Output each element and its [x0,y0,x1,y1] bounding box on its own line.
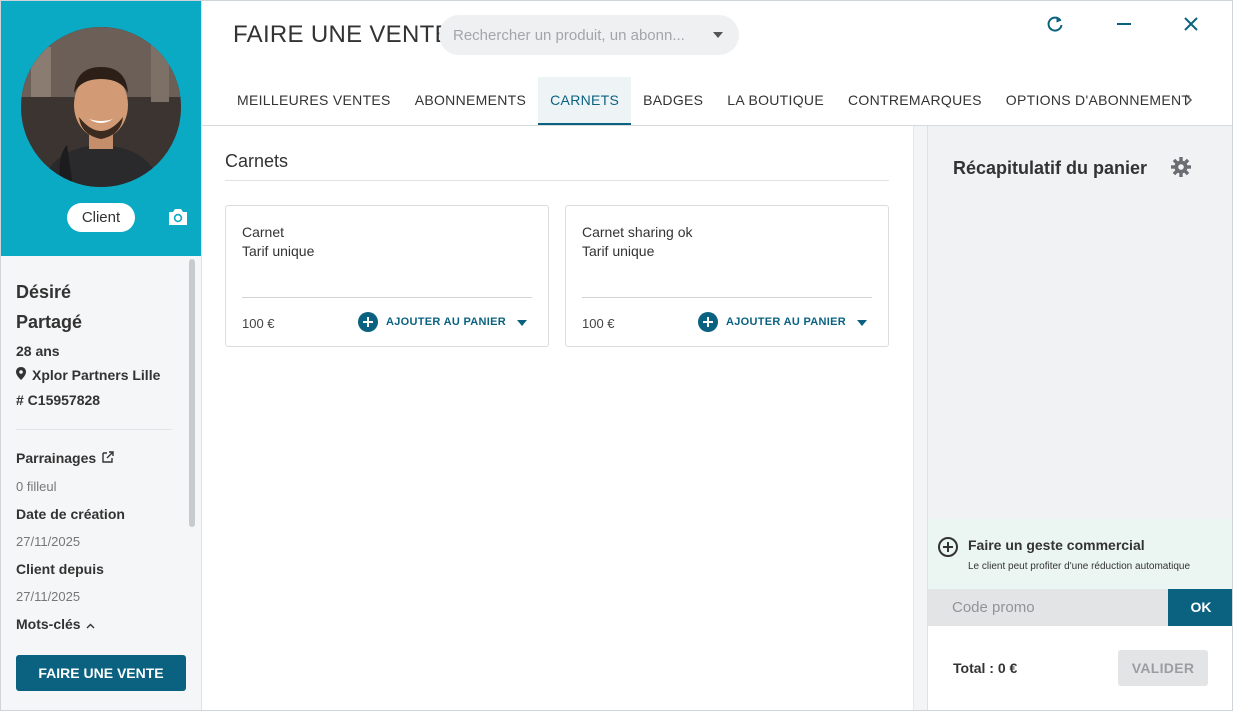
product-subtitle: Tarif unique [242,243,315,259]
client-info: Désiré Partagé 28 ans Xplor Partners Lil… [16,277,181,408]
client-since-value: 27/11/2025 [16,589,81,604]
promo-ok-button[interactable]: OK [1168,589,1232,626]
product-title: Carnet [242,224,285,240]
search-input[interactable] [453,15,693,55]
cart-footer: Total : 0 € VALIDER [928,626,1232,710]
client-sidebar: Client Désiré Partagé 28 ans Xplor Partn… [1,1,202,711]
add-to-cart-button[interactable]: AJOUTER AU PANIER [358,312,506,332]
product-price: 100 € [582,316,615,331]
client-first-name: Désiré [16,282,72,302]
plus-circle-icon [938,537,958,557]
add-to-cart-label: AJOUTER AU PANIER [726,316,846,328]
promo-code-input[interactable] [928,589,1168,626]
plus-circle-icon [698,312,718,332]
client-id: # C15957828 [16,392,101,408]
referrals-label-text: Parrainages [16,450,97,466]
client-location-text: Xplor Partners Lille [32,367,161,383]
client-last-name: Partagé [16,312,83,332]
cart-total: Total : 0 € [953,660,1018,676]
tab-badges[interactable]: BADGES [631,77,715,125]
chevron-right-icon[interactable] [1181,92,1195,108]
creation-date-label: Date de création [16,506,125,522]
product-price: 100 € [242,316,275,331]
gesture-title: Faire un geste commercial [968,537,1145,553]
camera-icon[interactable] [167,207,189,227]
tab-carnets[interactable]: CARNETS [538,77,632,125]
commercial-gesture[interactable]: Faire un geste commercial Le client peut… [928,519,1232,589]
chevron-down-icon[interactable] [713,32,723,38]
location-pin-icon [16,367,26,383]
validate-button[interactable]: VALIDER [1118,650,1208,686]
referrals-value: 0 filleul [16,479,57,494]
gesture-subtitle: Le client peut profiter d'une réduction … [968,561,1191,572]
close-icon[interactable] [1180,13,1202,35]
page-title: FAIRE UNE VENTE [233,21,451,48]
dropdown-caret-icon[interactable] [857,320,867,326]
sidebar-scrollbar[interactable] [189,259,195,527]
product-card: Carnet Tarif unique 100 € AJOUTER AU PAN… [225,205,549,347]
gear-icon[interactable] [1170,156,1192,178]
product-card: Carnet sharing ok Tarif unique 100 € AJO… [565,205,889,347]
section-title: Carnets [225,151,289,171]
tab-best-sellers[interactable]: MEILLEURES VENTES [225,77,403,125]
add-to-cart-button[interactable]: AJOUTER AU PANIER [698,312,846,332]
add-to-cart-label: AJOUTER AU PANIER [386,316,506,328]
client-location: Xplor Partners Lille [16,367,181,383]
creation-date-value: 27/11/2025 [16,534,81,549]
section-divider [225,180,889,181]
external-link-icon[interactable] [102,450,114,466]
product-search[interactable] [439,15,739,55]
sidebar-divider [16,429,172,430]
plus-circle-icon [358,312,378,332]
tab-subscriptions[interactable]: ABONNEMENTS [403,77,538,125]
client-status-badge: Client [67,203,135,232]
tab-vouchers[interactable]: CONTREMARQUES [836,77,994,125]
chevron-up-icon[interactable] [86,616,95,632]
profile-header: Client [1,1,201,256]
cart-title: Récapitulatif du panier [953,158,1148,178]
card-divider [582,297,872,298]
keywords-label: Mots-clés [16,616,81,632]
clipped-text: .... [39,703,53,711]
product-subtitle: Tarif unique [582,243,655,259]
cart-panel: Récapitulatif du panier Faire un geste c… [927,126,1232,710]
dropdown-caret-icon[interactable] [517,320,527,326]
keywords-toggle[interactable]: Mots-clés [16,616,95,632]
card-divider [242,297,532,298]
content-scrollbar[interactable] [913,126,927,710]
sale-window: Client Désiré Partagé 28 ans Xplor Partn… [0,0,1233,711]
avatar[interactable] [21,27,181,187]
client-since-label: Client depuis [16,561,104,577]
referrals-label[interactable]: Parrainages [16,450,114,466]
refresh-icon[interactable] [1044,13,1066,35]
tab-shop[interactable]: LA BOUTIQUE [715,77,836,125]
minimize-icon[interactable] [1113,13,1135,35]
category-tabs: MEILLEURES VENTES ABONNEMENTS CARNETS BA… [225,77,1202,125]
product-title: Carnet sharing ok [582,224,693,240]
tab-subscription-options[interactable]: OPTIONS D'ABONNEMENT [994,77,1202,125]
client-age: 28 ans [16,343,60,359]
sell-button[interactable]: FAIRE UNE VENTE [16,655,186,691]
